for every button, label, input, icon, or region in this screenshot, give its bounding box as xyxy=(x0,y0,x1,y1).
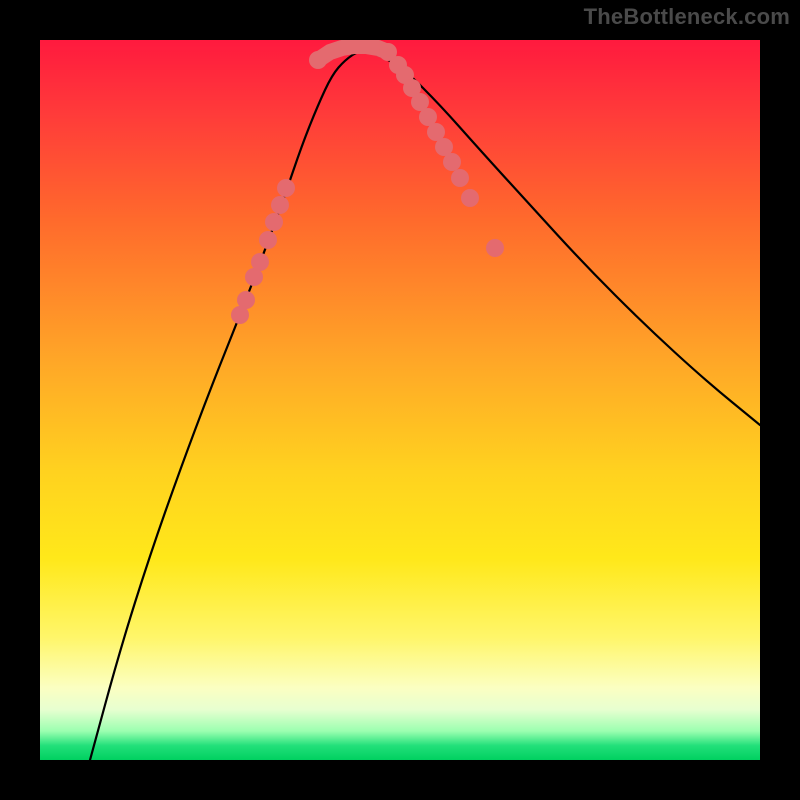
marker-dot xyxy=(309,51,327,69)
marker-dot xyxy=(259,231,277,249)
highlighted-flat-bottom xyxy=(318,46,388,60)
plot-area xyxy=(40,40,760,760)
marker-dot xyxy=(451,169,469,187)
marker-dot xyxy=(461,189,479,207)
marker-dot xyxy=(486,239,504,257)
marker-dot xyxy=(265,213,283,231)
watermark-text: TheBottleneck.com xyxy=(584,4,790,30)
highlighted-markers xyxy=(231,43,504,324)
marker-dot xyxy=(443,153,461,171)
marker-dot xyxy=(251,253,269,271)
marker-dot xyxy=(271,196,289,214)
marker-dot xyxy=(379,43,397,61)
curve-layer xyxy=(40,40,760,760)
bottleneck-curve xyxy=(90,52,760,760)
chart-frame: TheBottleneck.com xyxy=(0,0,800,800)
marker-dot xyxy=(237,291,255,309)
marker-dot xyxy=(277,179,295,197)
